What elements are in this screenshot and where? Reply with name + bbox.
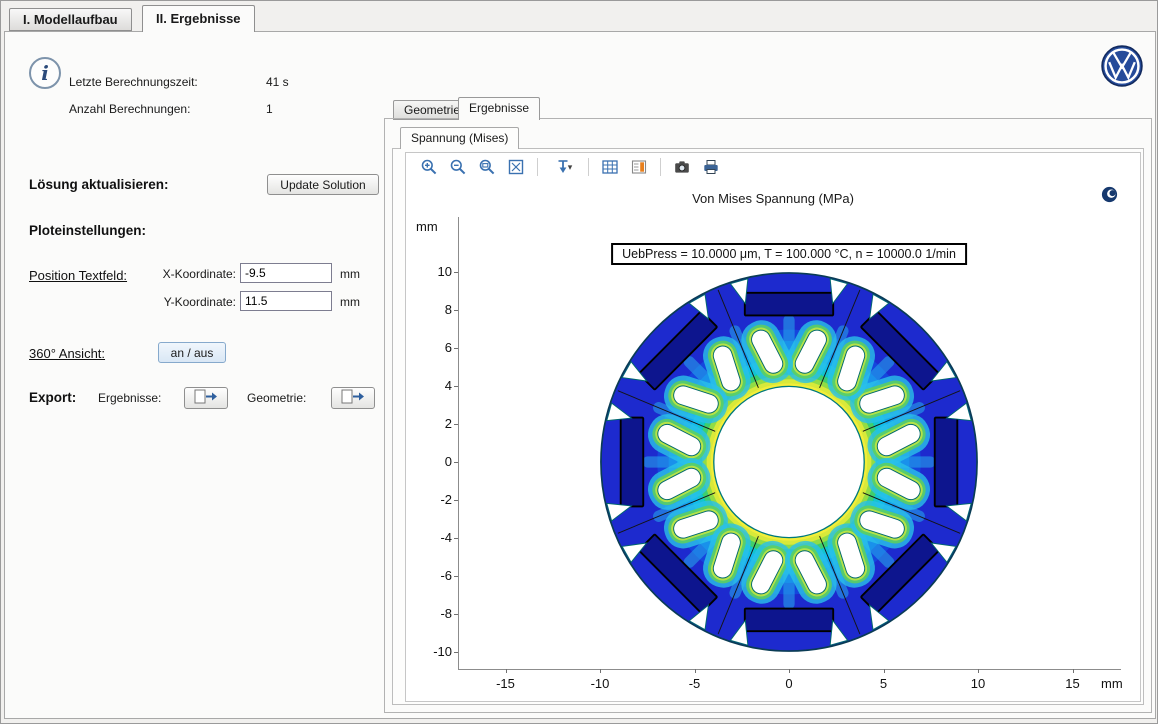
x-tick-mark (978, 669, 979, 673)
x-tick-label: 10 (956, 676, 1000, 691)
zoom-in-icon (420, 158, 438, 176)
default-view-button[interactable]: ▾ (548, 156, 578, 178)
graphics-window: ▾ (405, 152, 1141, 702)
zoom-in-button[interactable] (418, 156, 440, 178)
x-unit-label: mm (340, 267, 360, 281)
y-tick-label: -8 (406, 606, 452, 621)
y-axis-unit: mm (416, 219, 438, 234)
y-tick-label: -2 (406, 492, 452, 507)
plot-annotation: UebPress = 10.0000 μm, T = 100.000 °C, n… (611, 243, 967, 265)
y-tick-mark (454, 538, 458, 539)
print-button[interactable] (700, 156, 722, 178)
plot-title: Von Mises Spannung (MPa) (406, 191, 1140, 206)
toolbar-separator (537, 158, 538, 176)
x-tick-mark (789, 669, 790, 673)
update-solution-heading: Lösung aktualisieren: (29, 177, 169, 192)
y-tick-label: 2 (406, 416, 452, 431)
y-tick-mark (454, 500, 458, 501)
grid-toggle-button[interactable] (599, 156, 621, 178)
graphics-toolbar: ▾ (406, 153, 1140, 181)
y-tick-mark (454, 576, 458, 577)
tab-modellaufbau[interactable]: I. Modellaufbau (9, 8, 132, 31)
view-360-toggle-button[interactable]: an / aus (158, 342, 226, 363)
zoom-out-button[interactable] (447, 156, 469, 178)
export-results-button[interactable] (184, 387, 228, 409)
export-geometry-button[interactable] (331, 387, 375, 409)
camera-icon (673, 158, 691, 176)
y-coordinate-input[interactable] (240, 291, 332, 311)
y-tick-label: 4 (406, 378, 452, 393)
tab-ergebnisse[interactable]: II. Ergebnisse (142, 5, 255, 32)
y-tick-mark (454, 462, 458, 463)
y-axis-line (458, 217, 459, 669)
y-tick-label: -6 (406, 568, 452, 583)
computation-count-label: Anzahl Berechnungen: (69, 102, 190, 116)
y-tick-mark (454, 614, 458, 615)
app-window: I. Modellaufbau II. Ergebnisse i Letzte … (0, 0, 1158, 724)
y-unit-label: mm (340, 295, 360, 309)
last-computation-value: 41 s (266, 75, 289, 89)
x-tick-mark (884, 669, 885, 673)
y-tick-label: 8 (406, 302, 452, 317)
y-coordinate-label: Y-Koordinate: (154, 295, 236, 309)
tab-ergebnisse-plot[interactable]: Ergebnisse (458, 97, 540, 120)
comsol-logo-icon (1101, 186, 1118, 203)
snapshot-button[interactable] (671, 156, 693, 178)
x-tick-label: 5 (862, 676, 906, 691)
x-coordinate-label: X-Koordinate: (154, 267, 236, 281)
x-tick-mark (695, 669, 696, 673)
x-tick-label: -10 (578, 676, 622, 691)
zoom-extents-icon (507, 158, 525, 176)
x-tick-label: 15 (1051, 676, 1095, 691)
computation-count-value: 1 (266, 102, 273, 116)
x-coordinate-input[interactable] (240, 263, 332, 283)
y-tick-label: 10 (406, 264, 452, 279)
toolbar-separator (588, 158, 589, 176)
zoom-out-icon (449, 158, 467, 176)
graphics-canvas[interactable]: Von Mises Spannung (MPa) mm UebPress = 1… (406, 181, 1140, 701)
y-tick-label: 6 (406, 340, 452, 355)
export-geometry-label: Geometrie: (247, 391, 306, 405)
zoom-box-icon (478, 158, 496, 176)
view-360-label: 360° Ansicht: (29, 346, 105, 361)
export-icon (194, 389, 218, 404)
x-axis-unit: mm (1101, 676, 1123, 691)
y-tick-mark (454, 272, 458, 273)
legend-toggle-button[interactable] (628, 156, 650, 178)
info-icon: i (29, 57, 61, 89)
zoom-box-button[interactable] (476, 156, 498, 178)
printer-icon (702, 158, 720, 176)
y-tick-mark (454, 652, 458, 653)
y-tick-mark (454, 310, 458, 311)
x-tick-label: -5 (673, 676, 717, 691)
update-solution-button[interactable]: Update Solution (267, 174, 379, 195)
position-textfield-label: Position Textfeld: (29, 268, 127, 283)
x-tick-mark (506, 669, 507, 673)
plot-settings-heading: Ploteinstellungen: (29, 223, 146, 238)
y-tick-label: 0 (406, 454, 452, 469)
y-tick-mark (454, 386, 458, 387)
last-computation-label: Letzte Berechnungszeit: (69, 75, 198, 89)
tab-spannung-mises[interactable]: Spannung (Mises) (400, 127, 519, 149)
caret-down-icon: ▾ (568, 162, 573, 173)
x-tick-label: 0 (767, 676, 811, 691)
rotor-stress-plot (600, 272, 978, 652)
x-tick-mark (1073, 669, 1074, 673)
vw-logo (1101, 45, 1143, 87)
x-tick-mark (600, 669, 601, 673)
export-heading: Export: (29, 390, 76, 405)
export-icon (341, 389, 365, 404)
zoom-extents-button[interactable] (505, 156, 527, 178)
y-tick-mark (454, 424, 458, 425)
toolbar-separator (660, 158, 661, 176)
grid-icon (601, 158, 619, 176)
y-tick-label: -10 (406, 644, 452, 659)
y-tick-mark (454, 348, 458, 349)
color-legend-icon (630, 158, 648, 176)
export-results-label: Ergebnisse: (98, 391, 161, 405)
x-tick-label: -15 (484, 676, 528, 691)
y-tick-label: -4 (406, 530, 452, 545)
